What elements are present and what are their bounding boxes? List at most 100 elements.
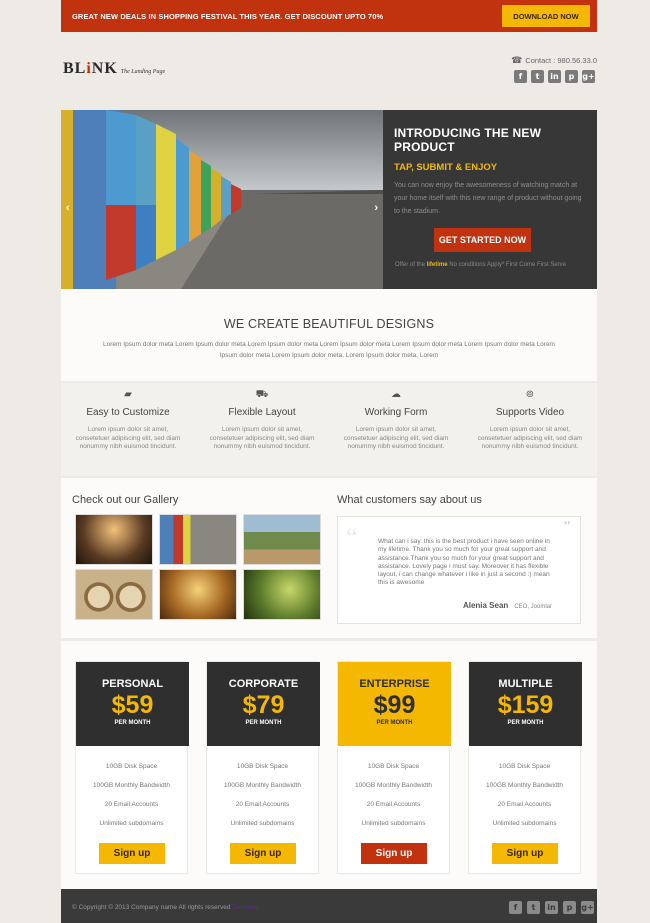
gallery-testimonial-section: Check out our Gallery What customers say… [61,478,597,638]
gallery-title: Check out our Gallery [72,494,179,506]
logo[interactable]: BLiNK The Landing Page [63,60,165,78]
plan-period: PER MONTH [376,720,413,726]
hero-description: You can now enjoy the awesomeness of wat… [394,182,582,215]
twitter-icon[interactable]: t [527,901,540,914]
phone-icon: ☎ [511,55,523,65]
testimonial-quote: What can i say. this is the best product… [378,538,550,587]
slider-prev-arrow[interactable]: ‹ [66,202,70,214]
pricing-plan-corporate: CORPORATE $79 PER MONTH 10GB Disk Space … [206,661,320,874]
testimonial-nav-arrows[interactable]: ‹› [564,518,570,527]
plan-features: 10GB Disk Space 100GB Monthly Bandwidth … [207,757,318,833]
plan-feature: Unlimited subdomains [99,820,164,827]
site-header: BLiNK The Landing Page ☎ Contact : 980.5… [61,52,597,90]
download-now-button[interactable]: DOWNLOAD NOW [502,5,590,27]
logo-tagline: The Landing Page [120,69,166,75]
gallery-thumb[interactable] [75,569,153,620]
logo-wordmark: BLiNK [63,60,118,77]
plan-features: 10GB Disk Space 100GB Monthly Bandwidth … [469,757,580,833]
cart-icon: ⛟ [255,389,269,400]
plan-feature: 100GB Monthly Bandwidth [355,782,432,789]
google-plus-icon[interactable]: g+ [581,901,594,914]
gallery-thumb[interactable] [243,514,321,565]
plan-period: PER MONTH [245,720,282,726]
testimonial-role: CEO, Joomlar [514,604,552,610]
pricing-plan-enterprise: ENTERPRISE $99 PER MONTH 10GB Disk Space… [337,661,451,874]
plan-feature: 20 Email Accounts [366,801,421,808]
hero-section: ‹ › INTRODUCING THE NEW PRODUCT TAP, SUB… [61,110,597,289]
plan-features: 10GB Disk Space 100GB Monthly Bandwidth … [338,757,449,833]
feature-title: Working Form [364,407,428,418]
designs-text: Lorem Ipsum dolor meta Lorem Ipsum dolor… [103,341,555,359]
feature-title: Easy to Customize [86,407,170,418]
plan-header: MULTIPLE $159 PER MONTH [469,662,582,746]
pinterest-icon[interactable]: p [563,901,576,914]
header-social-links: f t in p g+ [514,70,595,83]
feature-card: ☁ Working Form Lorem ipsum dolor sit ame… [329,383,463,476]
feature-text: Lorem ipsum dolor sit amet, consetetuer … [75,426,181,450]
testimonials-title: What customers say about us [337,494,482,506]
plan-features: 10GB Disk Space 100GB Monthly Bandwidth … [76,757,187,833]
plan-header: ENTERPRISE $99 PER MONTH [338,662,451,746]
plan-feature: 10GB Disk Space [105,763,158,770]
footer-social-links: f t in p g+ [509,901,594,914]
designs-title: WE CREATE BEAUTIFUL DESIGNS [223,317,435,331]
contact-info: ☎ Contact : 980.56.33.0 [511,55,597,66]
plan-name: CORPORATE [228,678,299,690]
feature-card: ⊚ Supports Video Lorem ipsum dolor sit a… [463,383,597,476]
twitter-icon[interactable]: t [531,70,544,83]
site-footer: © Copyright © 2013 Company name All righ… [61,889,597,923]
hero-title: INTRODUCING THE NEW PRODUCT [394,126,542,154]
plan-period: PER MONTH [114,720,151,726]
plan-feature: Unlimited subdomains [230,820,295,827]
designs-section: WE CREATE BEAUTIFUL DESIGNS Lorem Ipsum … [61,289,597,381]
get-started-button[interactable]: GET STARTED NOW [434,228,531,252]
signup-button[interactable]: Sign up [230,843,296,864]
plan-feature: 20 Email Accounts [104,801,159,808]
feature-text: Lorem ipsum dolor sit amet, consetetuer … [343,426,449,450]
pinterest-icon[interactable]: p [565,70,578,83]
plan-feature: 10GB Disk Space [236,763,289,770]
linkedin-icon[interactable]: in [545,901,558,914]
plan-header: PERSONAL $59 PER MONTH [76,662,189,746]
gallery-thumb[interactable] [159,569,237,620]
plan-name: PERSONAL [101,678,164,690]
plan-feature: 10GB Disk Space [367,763,420,770]
gallery-thumb[interactable] [243,569,321,620]
chat-icon: ▰ [124,389,132,400]
pricing-plan-personal: PERSONAL $59 PER MONTH 10GB Disk Space 1… [75,661,189,874]
offer-text: Offer of the lifetime No conditions Appl… [395,262,566,268]
gallery-thumb[interactable] [159,514,237,565]
signup-button[interactable]: Sign up [99,843,165,864]
plan-price: $99 [373,691,416,719]
plan-feature: 20 Email Accounts [235,801,290,808]
plan-feature: 10GB Disk Space [498,763,551,770]
linkedin-icon[interactable]: in [548,70,561,83]
feature-title: Supports Video [495,407,565,418]
plan-name: MULTIPLE [498,678,553,690]
plan-price: $159 [497,691,554,719]
feature-card: ⛟ Flexible Layout Lorem ipsum dolor sit … [195,383,329,476]
feature-text: Lorem ipsum dolor sit amet, consetetuer … [209,426,315,450]
plan-feature: 20 Email Accounts [497,801,552,808]
gallery-grid [75,514,321,620]
plan-price: $59 [111,691,154,719]
plan-price: $79 [242,691,285,719]
contact-text: Contact : 980.56.33.0 [525,56,597,65]
broadcast-icon: ⊚ [525,389,535,400]
gallery-thumb[interactable] [75,514,153,565]
copyright-link[interactable]: Template [232,904,258,911]
plan-feature: 100GB Monthly Bandwidth [486,782,563,789]
signup-button[interactable]: Sign up [361,843,427,864]
hero-slider-image: ‹ › [61,110,383,289]
testimonial-card: “ What can i say. this is the best produ… [337,516,581,624]
hero-subtitle: TAP, SUBMIT & ENJOY [394,162,498,173]
facebook-icon[interactable]: f [514,70,527,83]
pricing-section: PERSONAL $59 PER MONTH 10GB Disk Space 1… [61,641,597,889]
slider-next-arrow[interactable]: › [374,202,378,214]
facebook-icon[interactable]: f [509,901,522,914]
plan-period: PER MONTH [507,720,544,726]
signup-button[interactable]: Sign up [492,843,558,864]
feature-card: ▰ Easy to Customize Lorem ipsum dolor si… [61,383,195,476]
google-plus-icon[interactable]: g+ [582,70,595,83]
testimonial-author: Alenia Sean CEO, Joomlar [462,601,552,610]
